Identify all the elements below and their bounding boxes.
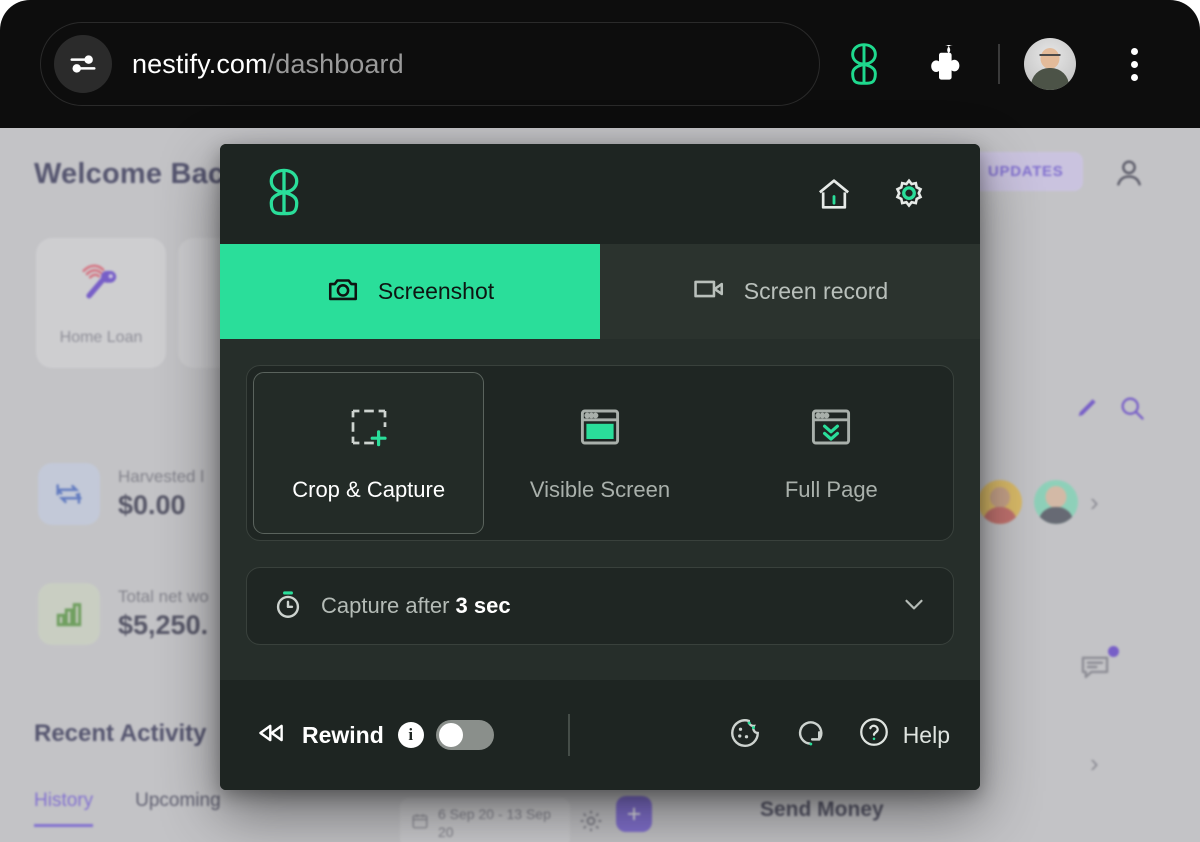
bar-chart-icon [38, 583, 100, 645]
app-screenshot: Welcome Back UPDATES Home Loan Harvested… [0, 0, 1200, 842]
three-dot-menu-icon[interactable] [1092, 22, 1176, 106]
tab-history[interactable]: History [34, 790, 94, 827]
rewind-label: Rewind [302, 721, 384, 748]
pencil-icon[interactable] [1074, 394, 1102, 427]
mode-full-page-label: Full Page [784, 477, 878, 502]
stat-label: Total net wo [118, 587, 209, 606]
swap-dollars-icon [38, 463, 100, 525]
avatar[interactable] [1034, 480, 1078, 524]
chevron-down-icon[interactable] [899, 589, 929, 624]
stopwatch-icon [271, 587, 305, 626]
rewind-icon [254, 716, 288, 755]
chat-bubble-icon[interactable] [1078, 650, 1112, 689]
send-money-label[interactable]: Send Money [760, 798, 884, 822]
tab-screenshot-label: Screenshot [377, 278, 495, 304]
browser-toolbar: nestify.com/dashboard [0, 0, 1200, 128]
toolbar-divider [998, 44, 1000, 84]
info-icon[interactable]: i [397, 722, 424, 748]
footer-divider [567, 714, 570, 756]
chevron-right-icon[interactable]: › [1090, 748, 1099, 779]
toolbar-actions [822, 22, 1176, 106]
help-label: Help [902, 721, 950, 748]
avatar[interactable] [978, 480, 1022, 524]
mode-crop-capture[interactable]: Crop & Capture [253, 372, 485, 534]
calendar-icon [411, 812, 429, 834]
home-loan-label: Home Loan [59, 328, 143, 346]
cookie-icon[interactable] [727, 715, 763, 756]
key-icon [75, 260, 127, 317]
capture-delay-text: Capture after 3 sec [321, 593, 883, 619]
bb-logo-icon[interactable] [256, 164, 312, 225]
puzzle-piece-icon[interactable] [906, 22, 990, 106]
home-loan-card[interactable]: Home Loan [36, 238, 166, 368]
extension-popup: Screenshot Screen record Crop & Capture … [220, 144, 980, 790]
rewind-control[interactable]: Rewind i [254, 716, 424, 755]
refresh-loop-icon[interactable] [793, 716, 827, 755]
mode-visible-screen[interactable]: Visible Screen [484, 372, 715, 534]
video-camera-icon [692, 272, 726, 312]
tab-upcoming[interactable]: Upcoming [135, 790, 221, 824]
popup-header [220, 144, 980, 244]
popup-tabs: Screenshot Screen record [220, 244, 980, 339]
address-bar[interactable]: nestify.com/dashboard [40, 22, 820, 106]
add-button[interactable]: + [616, 796, 652, 832]
popup-footer: Rewind i Help [220, 680, 980, 790]
capture-mode-group: Crop & Capture Visible Screen Full Page [246, 365, 954, 541]
capture-delay-select[interactable]: Capture after 3 sec [246, 567, 954, 645]
full-page-scroll-icon [807, 403, 855, 457]
capture-delay-value: 3 sec [455, 593, 511, 618]
notification-dot [1108, 646, 1119, 657]
camera-icon [326, 272, 360, 312]
rewind-toggle[interactable] [435, 720, 494, 750]
tab-screen-record[interactable]: Screen record [600, 244, 980, 339]
mode-crop-capture-label: Crop & Capture [292, 477, 446, 502]
url-path: /dashboard [267, 48, 404, 79]
url-text: nestify.com/dashboard [132, 49, 404, 80]
browser-window-icon [576, 403, 624, 457]
stat-row: Harvested l $0.00 [38, 463, 204, 525]
chevron-right-icon[interactable]: › [1090, 487, 1099, 518]
capture-delay-prefix: Capture after [321, 593, 450, 618]
question-circle-icon [857, 715, 891, 755]
search-icon[interactable] [1118, 394, 1146, 427]
person-icon[interactable] [1112, 156, 1146, 195]
avatar-group[interactable]: › [978, 480, 1099, 524]
stat-row: Total net wo $5,250. [38, 583, 209, 645]
crop-select-icon [345, 403, 393, 457]
tab-screenshot[interactable]: Screenshot [220, 244, 600, 339]
tab-screen-record-label: Screen record [743, 278, 889, 304]
tune-sliders-icon[interactable] [54, 35, 112, 93]
status-badge[interactable]: UPDATES [968, 152, 1084, 191]
mode-visible-screen-label: Visible Screen [529, 477, 671, 502]
date-range-value: 6 Sep 20 - 13 Sep 20 [438, 806, 551, 841]
stat-label: Harvested l [118, 467, 204, 486]
stat-value: $5,250. [118, 610, 209, 640]
home-icon[interactable] [814, 174, 854, 214]
date-range-picker[interactable]: 6 Sep 20 - 13 Sep 20 [400, 798, 570, 842]
help-button[interactable]: Help [857, 715, 950, 755]
mode-full-page[interactable]: Full Page [716, 372, 947, 534]
bb-logo-icon[interactable] [822, 22, 906, 106]
section-title: Recent Activity [34, 720, 207, 747]
activity-tabs: History Upcoming [34, 790, 221, 827]
footer-actions: Help [727, 715, 950, 756]
gear-icon[interactable] [578, 808, 604, 839]
page-title: Welcome Back [34, 158, 241, 190]
gear-icon[interactable] [888, 173, 930, 215]
popup-body: Crop & Capture Visible Screen Full Page … [220, 339, 980, 680]
stat-value: $0.00 [118, 490, 186, 520]
url-host: nestify.com [132, 48, 268, 79]
avatar[interactable] [1008, 22, 1092, 106]
